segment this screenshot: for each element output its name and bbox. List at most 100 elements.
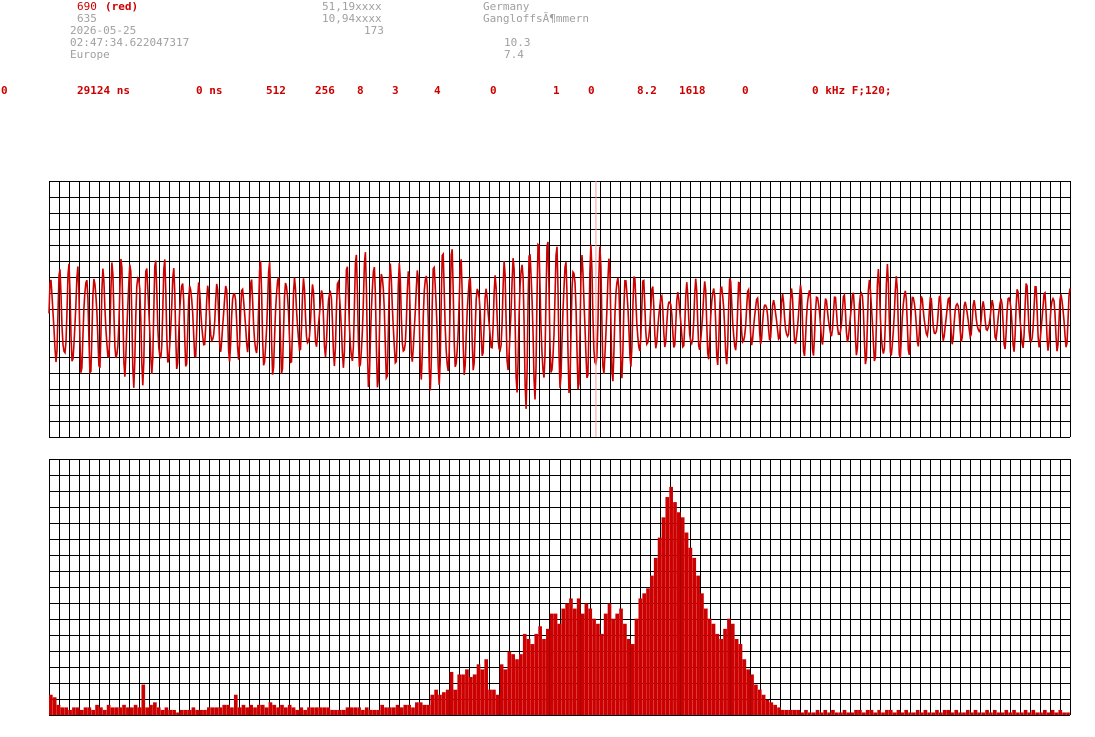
spectrum-bar [584,603,589,715]
spectrum-bar [426,704,431,715]
spectrum-bar [141,684,146,715]
spectrum-bar [376,709,381,715]
spectrum-bar [226,704,230,715]
spectrum-bar [742,659,747,715]
spectrum-bar [588,608,593,715]
spectrum-bar [472,674,477,715]
spectrum-bar [60,707,65,715]
spectrum-bar [677,512,681,715]
spectrum-bar [557,623,562,715]
spectrum-bar [746,669,751,715]
spectrum-bar [719,638,724,715]
spectrum-bar [183,709,188,715]
spectrum-bar [272,704,277,715]
spectrum-bar [892,712,897,715]
spectrum-bar [233,694,238,715]
spectrum-bar [996,712,1001,715]
spectrum-bar [368,709,373,715]
spectrum-bar [827,712,831,715]
spectrum-bar [788,709,793,715]
spectrum-bar [280,704,284,715]
spectrum-bar [1004,709,1009,715]
spectrum-bar [781,709,785,715]
spectrum-bar [180,709,184,715]
spectrum-bar [364,707,369,715]
spectrum-bar [942,709,947,715]
spectrum-bar [881,712,885,715]
spectrum-bar [811,712,816,715]
spectrum-bar [499,664,504,715]
spectrum-bar [257,704,261,715]
spectrum-bar [1023,709,1028,715]
spectrum-bar [692,557,697,715]
spectrum-bar [908,712,912,715]
spectrum-bar [176,712,180,715]
spectrum-bar [619,608,623,715]
spectrum-bar [87,707,92,715]
spectrum-bar [1054,712,1059,715]
spectrum-bar [858,709,862,715]
spectrum-bar [630,644,635,715]
spectrum-bar [919,712,924,715]
spectrum-bar [72,707,76,715]
spectrum-bar [569,598,573,715]
spectrum-bar [611,618,616,715]
spectrum-bar [730,623,735,715]
spectrum-bar [430,694,435,715]
spectrum-bar [384,707,388,715]
spectrum-bar [503,669,508,715]
spectrum-bar [449,671,454,715]
spectrum-bar [642,593,646,715]
spectrum-bar [68,709,72,715]
spectrum-bar [815,709,820,715]
spectrum-bar [310,707,315,715]
spectrum-bar [576,598,581,715]
spectrum-bar [249,704,254,715]
waveform-gridlines [49,181,1071,438]
spectrum-bar [372,709,377,715]
spectrum-bar [796,709,801,715]
spectrum-bar [1039,712,1043,715]
spectrum-bar [680,517,685,715]
spectrum-bar [1031,709,1036,715]
spectrum-bar [931,712,935,715]
spectrum-bar [792,709,797,715]
spectrum-bar [1050,709,1055,715]
spectrum-bar [168,709,173,715]
spectrum-bar [519,654,523,715]
spectrum-bar [838,712,843,715]
spectrum-bar [723,628,727,715]
spectrum-bar [287,704,292,715]
spectrum-bar [727,618,731,715]
spectrum-bar [738,644,743,715]
spectrum-bar [634,618,639,715]
spectrum-bar [703,608,708,715]
spectrum-bar [476,664,481,715]
spectrum-bar [869,709,874,715]
spectrum-bar [118,707,123,715]
spectrum-bar [657,537,662,715]
spectrum-bar [1046,712,1051,715]
spectrum-bar [638,598,643,715]
spectrum-bar [1012,709,1016,715]
spectrum-bar [303,709,307,715]
spectrum-bar [580,613,585,715]
spectrum-bar [453,689,458,715]
spectrum-bar [137,707,142,715]
spectrum-bar [596,623,600,715]
spectrum-bar [349,707,354,715]
spectrum-bar [981,712,986,715]
spectrum-bar [388,707,392,715]
spectrum-bar [538,626,542,715]
spectrum-bar [122,704,126,715]
spectrum-bar [210,707,215,715]
spectrum-bar [696,575,700,715]
spectrum-bar [777,707,781,715]
spectrum-bar [754,684,758,715]
spectrum-bar [626,638,631,715]
spectrum-bar [542,638,546,715]
spectrum-bar [495,694,500,715]
spectrum-bar [515,659,519,715]
spectrum-bar [345,707,350,715]
spectrum-bar [950,712,955,715]
